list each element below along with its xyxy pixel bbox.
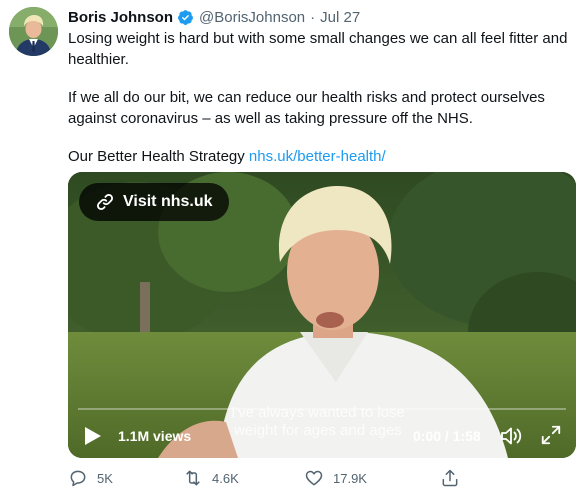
link-icon <box>97 194 113 210</box>
reply-count: 5K <box>97 470 113 486</box>
like-button[interactable]: 17.9K <box>304 466 367 490</box>
volume-icon[interactable] <box>499 424 523 448</box>
tweet[interactable]: Boris Johnson @BorisJohnson · Jul 27 Los… <box>0 0 587 495</box>
video-player[interactable]: Visit nhs.uk I've always wanted to lose … <box>68 172 576 458</box>
verified-badge-icon <box>178 9 193 25</box>
fullscreen-icon[interactable] <box>540 424 562 446</box>
tweet-text: Losing weight is hard but with some smal… <box>68 28 578 167</box>
like-count: 17.9K <box>333 470 367 486</box>
author-name[interactable]: Boris Johnson <box>68 9 173 26</box>
retweet-icon <box>186 470 200 486</box>
tweet-actions: 5K 4.6K 17.9K <box>68 466 568 490</box>
tweet-header: Boris Johnson @BorisJohnson · Jul 27 <box>68 6 360 28</box>
visit-nhs-button[interactable]: Visit nhs.uk <box>79 183 229 221</box>
reply-button[interactable]: 5K <box>68 466 113 490</box>
reply-icon <box>70 470 86 487</box>
share-button[interactable] <box>440 466 469 490</box>
avatar-image <box>9 7 58 56</box>
nhs-link[interactable]: nhs.uk/better-health/ <box>249 148 386 165</box>
tweet-paragraph-3-text: Our Better Health Strategy <box>68 148 249 165</box>
play-icon[interactable] <box>84 426 102 446</box>
video-controls: 1.1M views 0:00 / 1:58 <box>68 420 576 450</box>
retweet-count: 4.6K <box>212 470 239 486</box>
retweet-button[interactable]: 4.6K <box>183 466 239 490</box>
share-icon <box>442 469 458 487</box>
heart-icon <box>305 470 323 486</box>
separator-dot: · <box>310 8 316 26</box>
tweet-paragraph-3: Our Better Health Strategy nhs.uk/better… <box>68 146 578 167</box>
video-progress-bar[interactable] <box>78 408 566 410</box>
avatar[interactable] <box>9 7 58 56</box>
tweet-date[interactable]: Jul 27 <box>320 9 360 26</box>
view-count: 1.1M views <box>118 428 192 444</box>
visit-nhs-label: Visit nhs.uk <box>123 193 213 210</box>
video-time: 0:00 / 1:58 <box>413 428 481 444</box>
author-handle[interactable]: @BorisJohnson <box>199 9 305 26</box>
tweet-paragraph-1: Losing weight is hard but with some smal… <box>68 30 568 68</box>
tweet-paragraph-2: If we all do our bit, we can reduce our … <box>68 89 545 127</box>
